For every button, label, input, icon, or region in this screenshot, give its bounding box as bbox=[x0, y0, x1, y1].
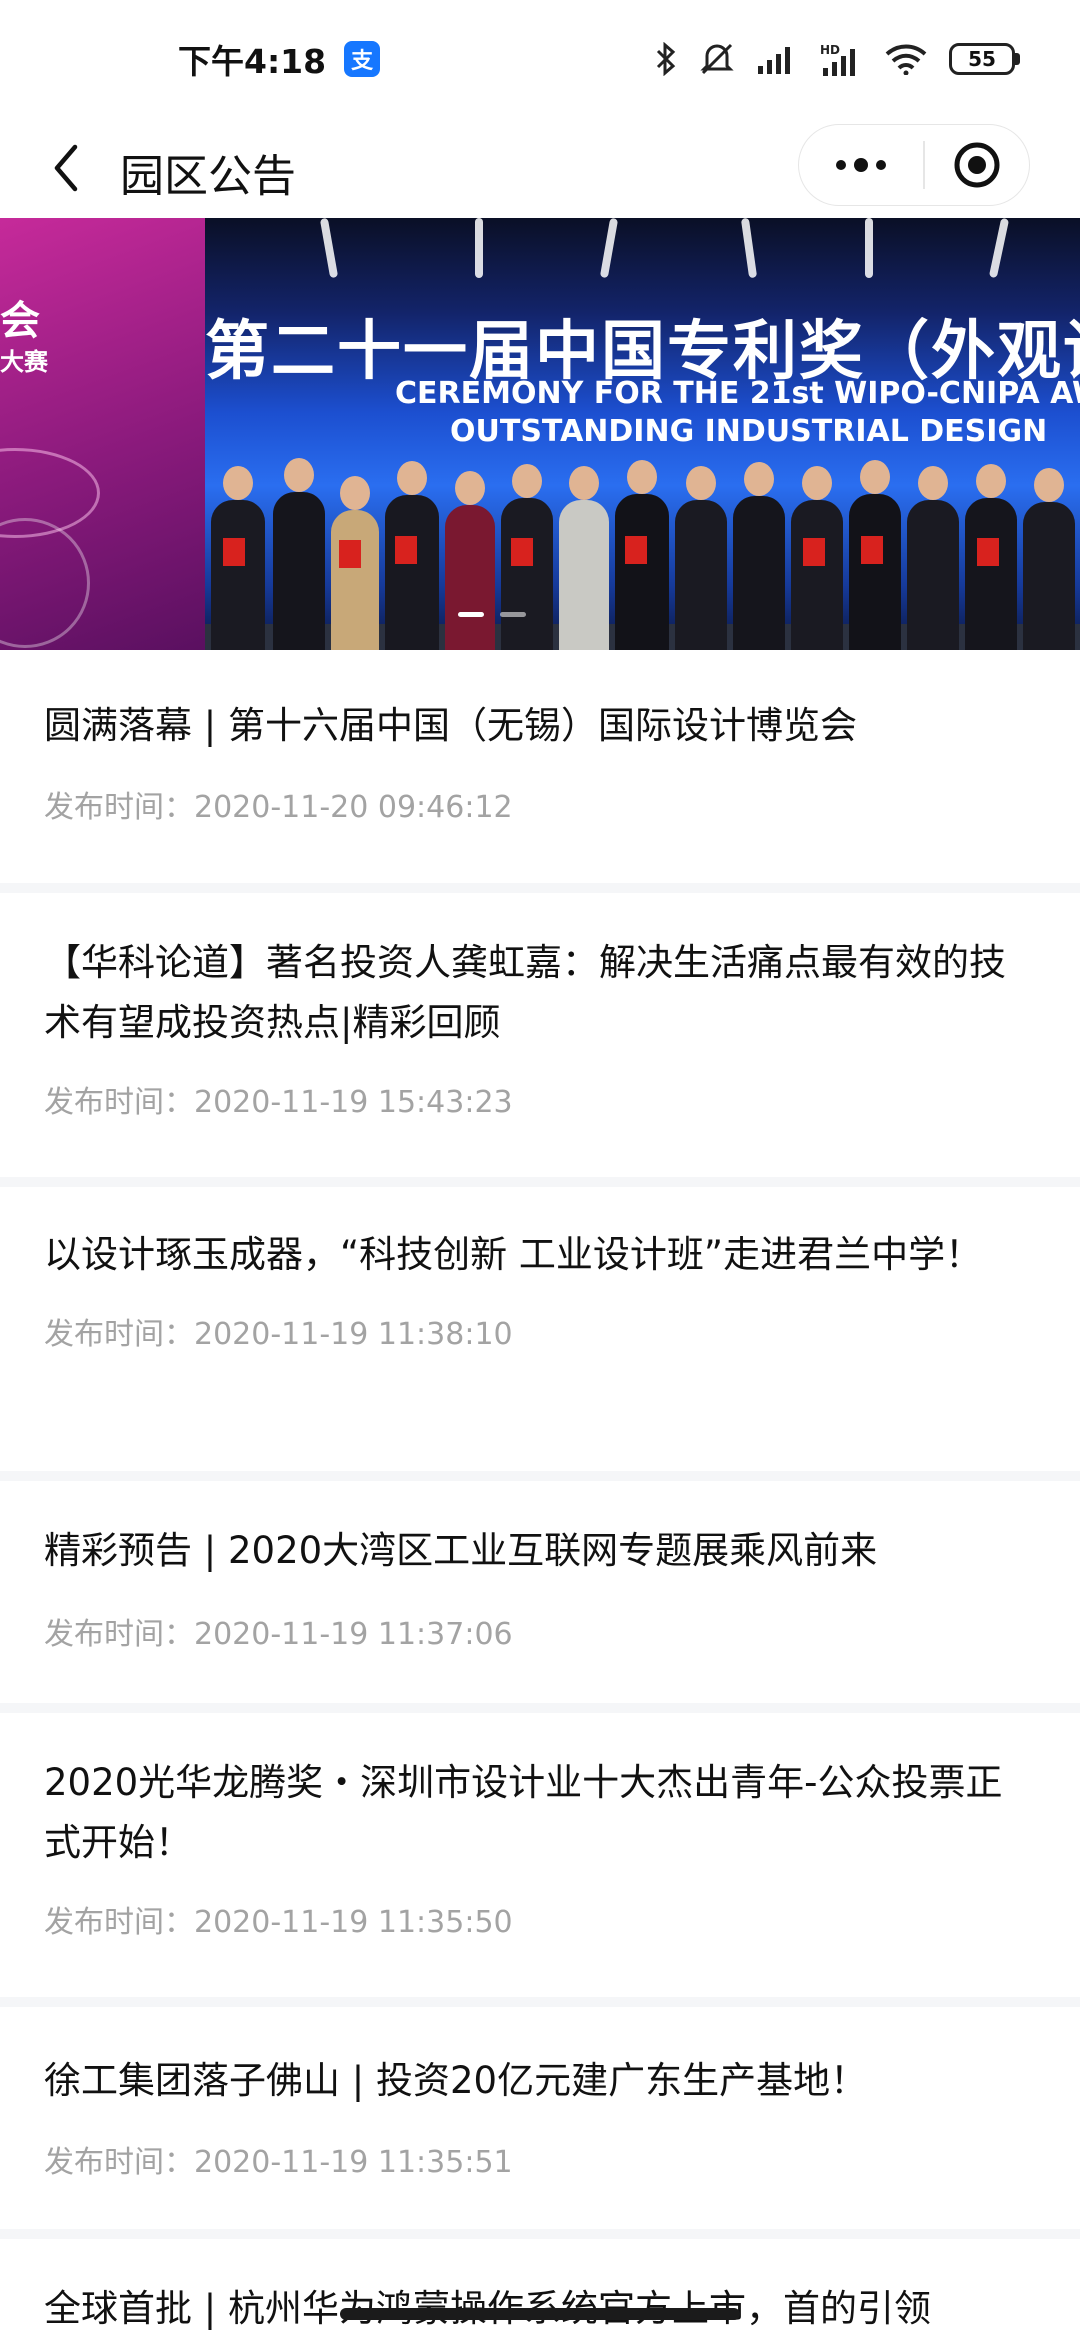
banner-subline-1: CEREMONY FOR THE 21st WIPO-CNIPA AWARD F… bbox=[395, 376, 1080, 411]
news-item[interactable]: 徐工集团落子佛山 | 投资20亿元建广东生产基地！ 发布时间：2020-11-1… bbox=[0, 2007, 1080, 2239]
stage-light bbox=[319, 218, 339, 279]
carousel-indicators bbox=[458, 612, 526, 617]
banner-left-subtext: 大赛 bbox=[0, 348, 48, 376]
news-title: 圆满落幕 | 第十六届中国（无锡）国际设计博览会 bbox=[44, 704, 857, 747]
news-title: 精彩预告 | 2020大湾区工业互联网专题展乘风前来 bbox=[44, 1529, 878, 1572]
bluetooth-icon bbox=[656, 42, 676, 76]
news-item[interactable]: 全球首批 | 杭州华为鸿蒙操作系统官方上市，首的引领 bbox=[0, 2239, 1080, 2340]
news-time: 发布时间：2020-11-19 11:37:06 bbox=[44, 1617, 513, 1652]
news-list: 圆满落幕 | 第十六届中国（无锡）国际设计博览会 发布时间：2020-11-20… bbox=[0, 650, 1080, 2340]
news-title: 2020光华龙腾奖・深圳市设计业十大杰出青年-公众投票正式开始！ bbox=[44, 1761, 1003, 1864]
news-title: 徐工集团落子佛山 | 投资20亿元建广东生产基地！ bbox=[44, 2059, 868, 2102]
news-item[interactable]: 圆满落幕 | 第十六届中国（无锡）国际设计博览会 发布时间：2020-11-20… bbox=[0, 650, 1080, 893]
banner-carousel[interactable]: 会 大赛 第二十一届中国专利奖（外观设计 CEREMONY FOR THE 21… bbox=[0, 218, 1080, 650]
certificate bbox=[977, 538, 999, 566]
back-button[interactable] bbox=[36, 136, 96, 200]
mini-program-capsule bbox=[798, 124, 1030, 206]
signal-icon bbox=[758, 47, 790, 74]
person-figure bbox=[907, 466, 959, 650]
news-time: 发布时间：2020-11-20 09:46:12 bbox=[44, 790, 513, 825]
carousel-dot-active[interactable] bbox=[458, 612, 484, 617]
wifi-icon bbox=[885, 44, 927, 75]
home-indicator[interactable] bbox=[340, 2308, 740, 2320]
person-figure bbox=[849, 460, 901, 650]
stage-light bbox=[599, 218, 619, 279]
news-time: 发布时间：2020-11-19 15:43:23 bbox=[44, 1085, 513, 1120]
person-figure bbox=[211, 466, 265, 650]
person-figure bbox=[965, 464, 1017, 650]
banner-main-image: 第二十一届中国专利奖（外观设计 CEREMONY FOR THE 21st WI… bbox=[205, 218, 1080, 650]
news-item[interactable]: 2020光华龙腾奖・深圳市设计业十大杰出青年-公众投票正式开始！ 发布时间：20… bbox=[0, 1713, 1080, 2007]
banner-subline-2: OUTSTANDING INDUSTRIAL DESIGN bbox=[450, 414, 1048, 449]
person-figure bbox=[331, 476, 379, 650]
stage-light bbox=[475, 218, 483, 278]
certificate bbox=[223, 538, 245, 566]
more-dots-icon bbox=[836, 158, 886, 172]
stage-light bbox=[865, 218, 873, 278]
nav-bar: 园区公告 bbox=[0, 118, 1080, 218]
svg-text:HD: HD bbox=[820, 43, 840, 57]
person-figure bbox=[501, 464, 553, 650]
person-figure bbox=[559, 466, 609, 650]
certificate bbox=[511, 538, 533, 566]
more-button[interactable] bbox=[799, 124, 923, 206]
battery-tip bbox=[1015, 53, 1020, 65]
person-figure bbox=[675, 466, 727, 650]
carousel-dot[interactable] bbox=[500, 612, 526, 617]
battery-level: 55 bbox=[949, 43, 1015, 75]
certificate bbox=[861, 536, 883, 564]
certificate bbox=[339, 540, 361, 568]
status-time: 下午4:18 bbox=[178, 42, 327, 81]
news-item[interactable]: 精彩预告 | 2020大湾区工业互联网专题展乘风前来 发布时间：2020-11-… bbox=[0, 1481, 1080, 1713]
news-item[interactable]: 【华科论道】著名投资人龚虹嘉：解决生活痛点最有效的技术有望成投资热点|精彩回顾 … bbox=[0, 893, 1080, 1187]
certificate bbox=[625, 536, 647, 564]
person-figure bbox=[445, 471, 495, 650]
alipay-icon: 支 bbox=[344, 41, 381, 77]
person-figure bbox=[385, 461, 439, 650]
news-time: 发布时间：2020-11-19 11:38:10 bbox=[44, 1317, 513, 1352]
person-figure bbox=[615, 460, 669, 650]
person-figure bbox=[1023, 468, 1075, 650]
stage-light bbox=[988, 218, 1010, 279]
news-title: 以设计琢玉成器，“科技创新 工业设计班”走进君兰中学！ bbox=[44, 1233, 983, 1276]
certificate bbox=[803, 538, 825, 566]
banner-decoration bbox=[0, 448, 100, 538]
hd-signal-icon: HD bbox=[820, 43, 855, 76]
person-figure bbox=[273, 458, 325, 650]
status-bar: 下午4:18 支 HD 55 bbox=[0, 0, 1080, 118]
stage-light bbox=[740, 218, 758, 279]
news-item[interactable]: 以设计琢玉成器，“科技创新 工业设计班”走进君兰中学！ 发布时间：2020-11… bbox=[0, 1187, 1080, 1481]
person-figure bbox=[733, 462, 785, 650]
certificate bbox=[395, 536, 417, 564]
status-right: HD 55 bbox=[655, 42, 1020, 76]
chevron-left-icon bbox=[54, 144, 78, 192]
page-title: 园区公告 bbox=[120, 151, 296, 202]
battery-icon: 55 bbox=[949, 43, 1020, 75]
person-figure bbox=[791, 466, 843, 650]
mute-icon bbox=[700, 43, 734, 75]
banner-side-image: 会 大赛 bbox=[0, 218, 205, 650]
news-time: 发布时间：2020-11-19 11:35:51 bbox=[44, 2145, 513, 2180]
banner-left-text: 会 bbox=[0, 298, 40, 344]
target-circle-icon bbox=[954, 142, 1000, 188]
news-title: 【华科论道】著名投资人龚虹嘉：解决生活痛点最有效的技术有望成投资热点|精彩回顾 bbox=[44, 941, 1006, 1044]
status-left: 下午4:18 支 bbox=[178, 35, 381, 83]
news-time: 发布时间：2020-11-19 11:35:50 bbox=[44, 1905, 513, 1940]
close-button[interactable] bbox=[925, 124, 1029, 206]
